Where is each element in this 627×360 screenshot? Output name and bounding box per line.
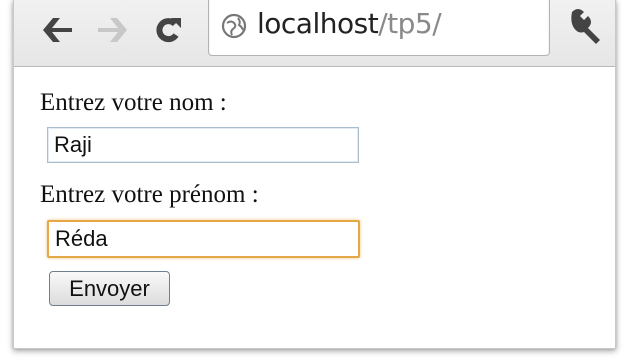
back-button[interactable] xyxy=(38,4,76,44)
nom-label: Entrez votre nom : xyxy=(40,89,227,116)
screenshot-stage: localhost/tp5/ Entrez votre nom : Entrez… xyxy=(0,0,627,360)
nom-input[interactable] xyxy=(47,127,359,163)
reload-button[interactable] xyxy=(148,4,186,44)
prenom-input[interactable] xyxy=(47,220,360,258)
forward-arrow-icon xyxy=(98,18,127,42)
reload-icon xyxy=(156,18,181,43)
url-path: /tp5/ xyxy=(378,7,442,40)
back-arrow-icon xyxy=(43,18,72,42)
browser-toolbar: localhost/tp5/ xyxy=(14,0,615,67)
forward-button[interactable] xyxy=(94,4,132,44)
wrench-icon[interactable] xyxy=(564,4,604,44)
url-text: localhost/tp5/ xyxy=(257,7,442,40)
address-bar[interactable]: localhost/tp5/ xyxy=(208,0,550,56)
submit-button[interactable]: Envoyer xyxy=(49,271,170,306)
globe-icon xyxy=(221,13,247,39)
prenom-label: Entrez votre prénom : xyxy=(40,181,259,208)
url-host: localhost xyxy=(257,7,379,40)
browser-window: localhost/tp5/ Entrez votre nom : Entrez… xyxy=(13,0,616,349)
page-content: Entrez votre nom : Entrez votre prénom :… xyxy=(14,67,615,348)
